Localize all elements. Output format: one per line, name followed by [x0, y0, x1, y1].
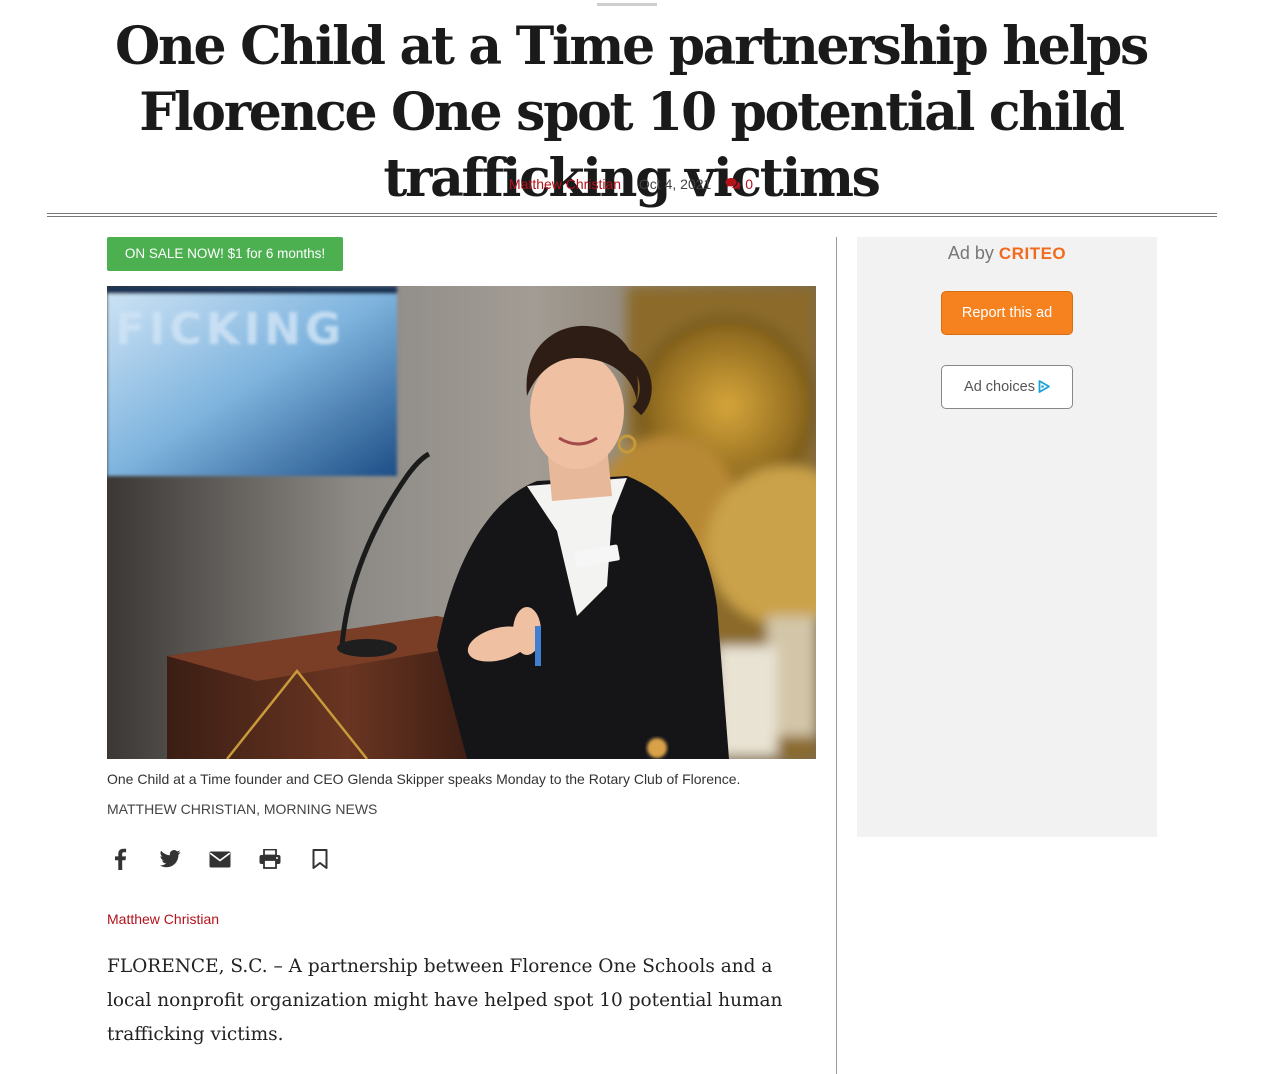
- photo-credit: MATTHEW CHRISTIAN, MORNING NEWS: [107, 801, 378, 817]
- header-divider: [47, 213, 1217, 217]
- twitter-icon: [159, 850, 181, 868]
- comments-link[interactable]: 0: [725, 176, 753, 192]
- column-divider: [836, 237, 837, 1074]
- twitter-share-button[interactable]: [157, 846, 183, 872]
- comment-count: 0: [745, 176, 753, 192]
- ad-choices-button[interactable]: Ad choices: [941, 365, 1073, 409]
- email-icon: [209, 851, 231, 867]
- share-toolbar: [107, 846, 333, 872]
- facebook-icon: [115, 848, 127, 870]
- byline-author[interactable]: Matthew Christian: [509, 176, 621, 192]
- photo-caption: One Child at a Time founder and CEO Glen…: [107, 771, 741, 787]
- ad-attribution: Ad by CRITEO: [857, 241, 1157, 266]
- screen-backdrop-text: FICKING: [115, 304, 345, 355]
- article-hero-image[interactable]: FICKING: [107, 286, 816, 759]
- facebook-share-button[interactable]: [107, 846, 133, 872]
- byline-date: Oct 4, 2021: [638, 176, 712, 192]
- report-ad-button[interactable]: Report this ad: [941, 291, 1073, 335]
- byline: Matthew Christian Oct 4, 2021 0: [0, 175, 1262, 193]
- ad-choices-label: Ad choices: [964, 379, 1035, 395]
- subscription-promo-button[interactable]: ON SALE NOW! $1 for 6 months!: [107, 237, 343, 271]
- bookmark-button[interactable]: [307, 846, 333, 872]
- ad-slot: Ad by CRITEO Report this ad Ad choices: [857, 237, 1157, 837]
- email-share-button[interactable]: [207, 846, 233, 872]
- top-tab-indicator: [597, 0, 657, 6]
- bookmark-icon: [312, 849, 328, 869]
- print-button[interactable]: [257, 846, 283, 872]
- article-lede: FLORENCE, S.C. – A partnership between F…: [107, 956, 783, 1045]
- criteo-logo[interactable]: CRITEO: [999, 244, 1066, 263]
- ad-by-label: Ad by: [947, 243, 994, 263]
- hero-photo: FICKING: [107, 286, 816, 759]
- article-author-link[interactable]: Matthew Christian: [107, 910, 219, 928]
- adchoices-icon: [1038, 380, 1050, 393]
- comments-icon: [725, 178, 741, 190]
- print-icon: [259, 849, 281, 869]
